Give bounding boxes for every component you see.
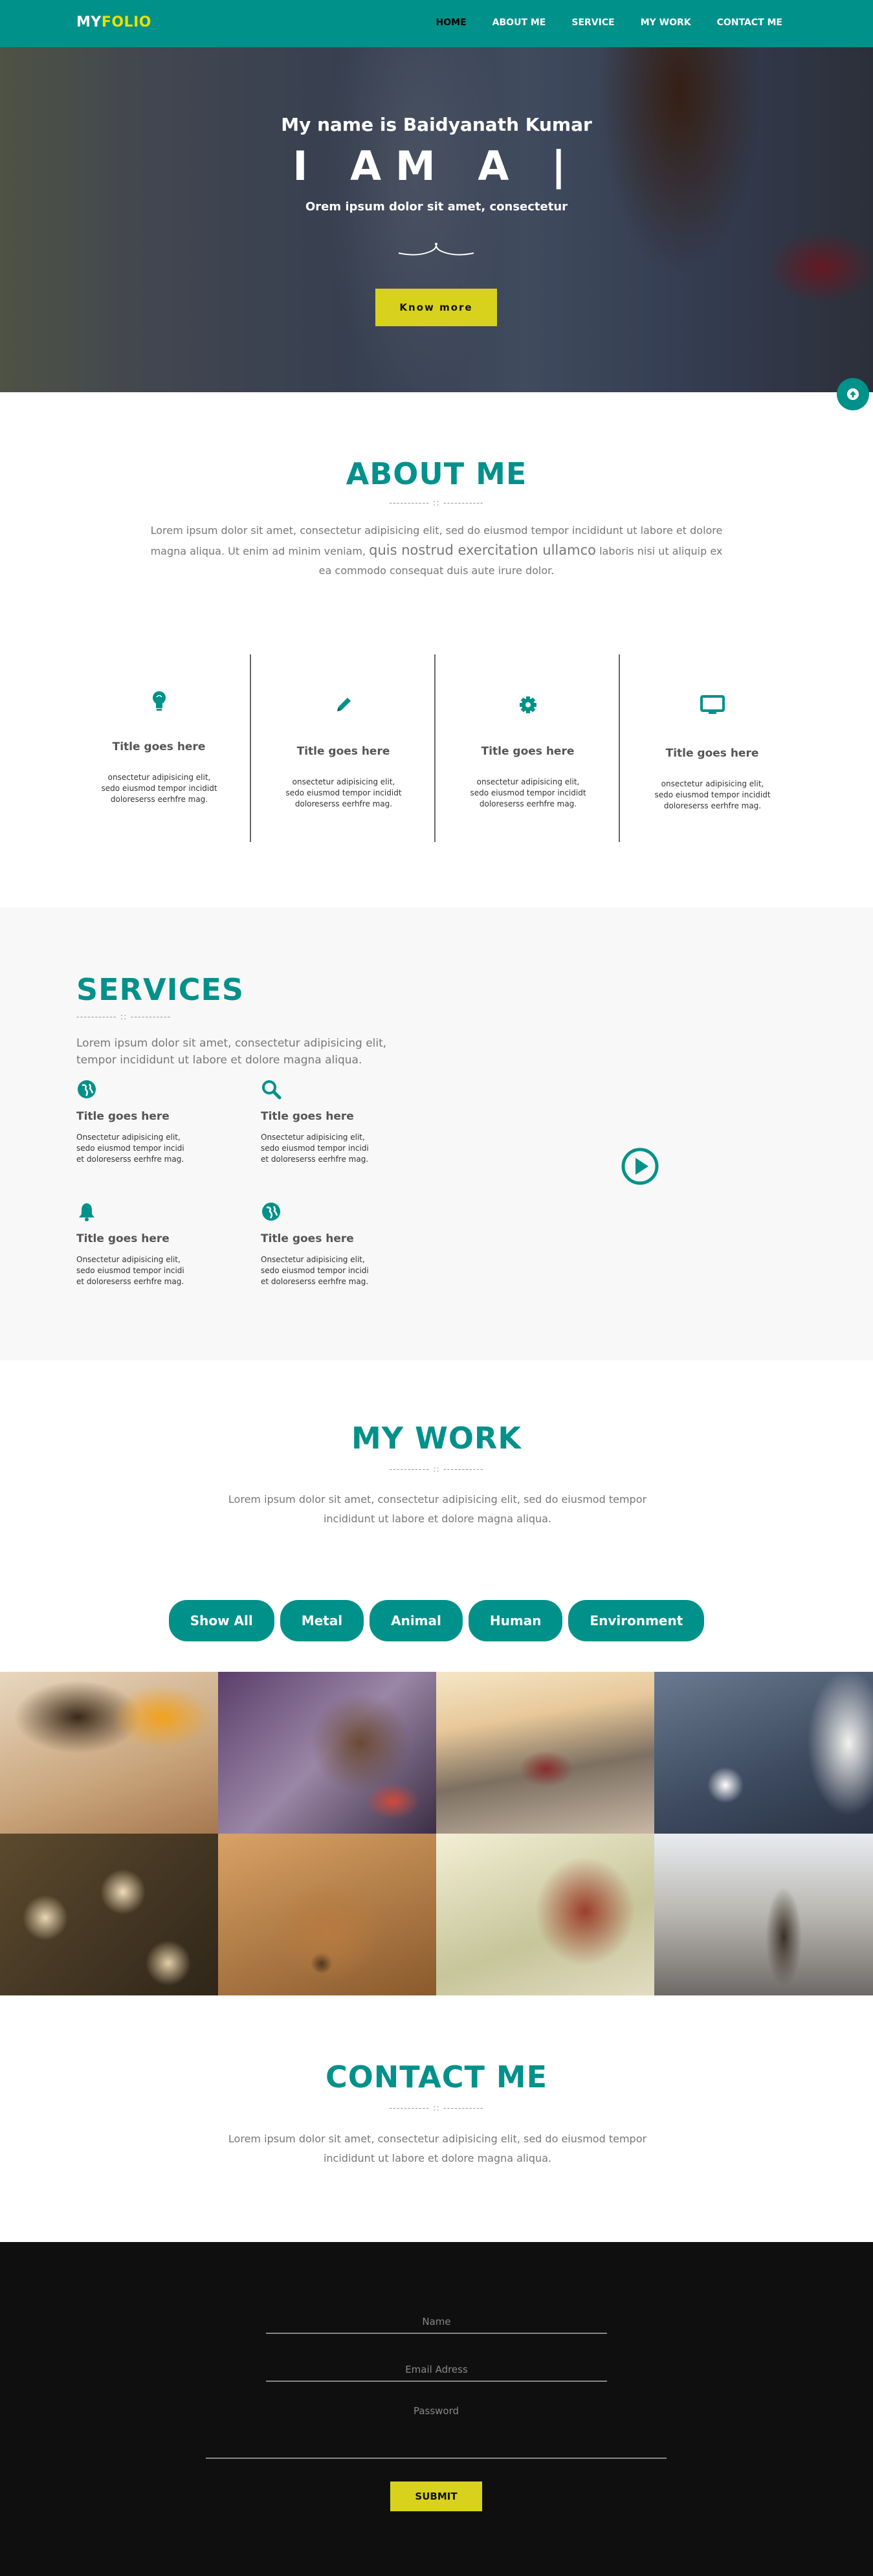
feature-card: Title goes here onsectetur adipisicing e… xyxy=(67,654,251,842)
about-text: Lorem ipsum dolor sit amet, consectetur … xyxy=(150,521,723,581)
globe-icon xyxy=(76,1079,225,1100)
contact-divider: ----------- :: ----------- xyxy=(389,2104,484,2113)
feature-title: Title goes here xyxy=(665,747,759,760)
pencil-icon xyxy=(251,694,436,718)
nav-item-my-work[interactable]: MY WORK xyxy=(641,17,691,28)
feature-text: onsectetur adipisicing elit, sedo eiusmo… xyxy=(101,773,217,804)
name-field[interactable]: Name xyxy=(266,2305,607,2334)
feature-title: Title goes here xyxy=(296,745,390,758)
logo[interactable]: MYFOLIO xyxy=(76,14,151,30)
filter-metal[interactable]: Metal xyxy=(280,1600,364,1641)
service-item: Title goes here Onsectetur adipisicing e… xyxy=(261,1201,410,1287)
gallery-image-bananas[interactable] xyxy=(0,1834,218,1995)
globe-icon xyxy=(261,1201,410,1222)
service-text: Onsectetur adipisicing elit, sedo eiusmo… xyxy=(261,1133,369,1164)
service-text: Onsectetur adipisicing elit, sedo eiusmo… xyxy=(76,1133,184,1164)
service-title: Title goes here xyxy=(261,1110,354,1123)
feature-text: onsectetur adipisicing elit, sedo eiusmo… xyxy=(470,777,586,808)
nav-item-about-me[interactable]: ABOUT ME xyxy=(492,17,546,28)
portfolio-filters: Show All Metal Animal Human Environment xyxy=(0,1600,873,1641)
features-row: Title goes here onsectetur adipisicing e… xyxy=(67,654,806,842)
gallery-image-road-car[interactable] xyxy=(436,1672,654,1834)
services-text: Lorem ipsum dolor sit amet, consectetur … xyxy=(76,1037,387,1067)
email-field[interactable]: Email Adress xyxy=(266,2352,607,2382)
play-video-icon[interactable] xyxy=(620,1146,660,1186)
filter-show-all[interactable]: Show All xyxy=(168,1600,274,1641)
feature-card: Title goes here onsectetur adipisicing e… xyxy=(620,654,804,842)
service-text: Onsectetur adipisicing elit, sedo eiusmo… xyxy=(76,1255,184,1286)
service-item: Title goes here Onsectetur adipisicing e… xyxy=(76,1079,225,1165)
scroll-top-button[interactable] xyxy=(837,378,869,410)
gallery-image-redhead[interactable] xyxy=(436,1834,654,1995)
portfolio-gallery xyxy=(0,1672,873,1995)
search-icon xyxy=(261,1079,410,1100)
contact-text: Lorem ipsum dolor sit amet, consectetur … xyxy=(228,2133,647,2164)
nav-item-home[interactable]: HOME xyxy=(436,17,467,28)
hero-subtitle: Orem ipsum dolor sit amet, consectetur xyxy=(305,200,568,214)
service-title: Title goes here xyxy=(76,1110,170,1123)
know-more-button[interactable]: Know more xyxy=(375,289,497,326)
filter-environment[interactable]: Environment xyxy=(568,1600,705,1641)
feature-card: Title goes here onsectetur adipisicing e… xyxy=(251,654,436,842)
password-field[interactable]: Password xyxy=(206,2397,667,2459)
gallery-image-dog[interactable] xyxy=(218,1834,436,1995)
main-menu: HOME ABOUT ME SERVICE MY WORK CONTACT ME xyxy=(436,17,782,28)
gallery-image-swan[interactable] xyxy=(654,1672,873,1834)
filter-human[interactable]: Human xyxy=(468,1600,563,1641)
arrow-up-icon xyxy=(847,388,859,400)
gallery-image-street-walker[interactable] xyxy=(654,1834,873,1995)
contact-form-footer: Name Email Adress Password SUBMIT xyxy=(0,2242,873,2576)
logo-part-my: MY xyxy=(76,14,102,30)
monitor-icon xyxy=(620,694,804,718)
gallery-image-leaf[interactable] xyxy=(218,1672,436,1834)
work-divider: ----------- :: ----------- xyxy=(389,1465,484,1474)
hero-typed-text: I AM A | xyxy=(293,142,580,190)
filter-animal[interactable]: Animal xyxy=(370,1600,463,1641)
services-title: SERVICES xyxy=(76,972,245,1007)
about-title: ABOUT ME xyxy=(346,456,527,491)
logo-part-folio: FOLIO xyxy=(101,14,151,30)
services-section: SERVICES ----------- :: ----------- Lore… xyxy=(0,907,873,1360)
bell-icon xyxy=(76,1201,225,1222)
service-text: Onsectetur adipisicing elit, sedo eiusmo… xyxy=(261,1255,369,1286)
feature-card: Title goes here onsectetur adipisicing e… xyxy=(436,654,620,842)
feature-text: onsectetur adipisicing elit, sedo eiusmo… xyxy=(285,777,402,808)
hero-name: My name is Baidyanath Kumar xyxy=(281,114,592,135)
hero-banner: My name is Baidyanath Kumar I AM A | Ore… xyxy=(0,47,873,392)
service-title: Title goes here xyxy=(261,1232,354,1245)
feature-title: Title goes here xyxy=(481,745,575,758)
service-title: Title goes here xyxy=(76,1232,170,1245)
about-divider: ----------- :: ----------- xyxy=(389,498,484,508)
about-text-highlight: quis nostrud exercitation ullamco xyxy=(369,542,596,558)
service-item: Title goes here Onsectetur adipisicing e… xyxy=(76,1201,225,1287)
submit-button[interactable]: SUBMIT xyxy=(390,2482,482,2511)
work-title: MY WORK xyxy=(351,1421,522,1456)
feature-text: onsectetur adipisicing elit, sedo eiusmo… xyxy=(654,779,771,810)
nav-item-service[interactable]: SERVICE xyxy=(571,17,614,28)
service-item: Title goes here Onsectetur adipisicing e… xyxy=(261,1079,410,1165)
swirl-divider-icon xyxy=(398,243,474,256)
nav-item-contact-me[interactable]: CONTACT ME xyxy=(717,17,782,28)
lightbulb-icon xyxy=(67,691,251,714)
services-divider: ----------- :: ----------- xyxy=(76,1012,171,1022)
gallery-image-sunglasses[interactable] xyxy=(0,1672,218,1834)
work-text: Lorem ipsum dolor sit amet, consectetur … xyxy=(228,1493,647,1525)
gear-icon xyxy=(436,694,620,718)
top-navbar: MYFOLIO HOME ABOUT ME SERVICE MY WORK CO… xyxy=(0,0,873,47)
feature-title: Title goes here xyxy=(112,740,206,753)
contact-title: CONTACT ME xyxy=(325,2060,548,2094)
